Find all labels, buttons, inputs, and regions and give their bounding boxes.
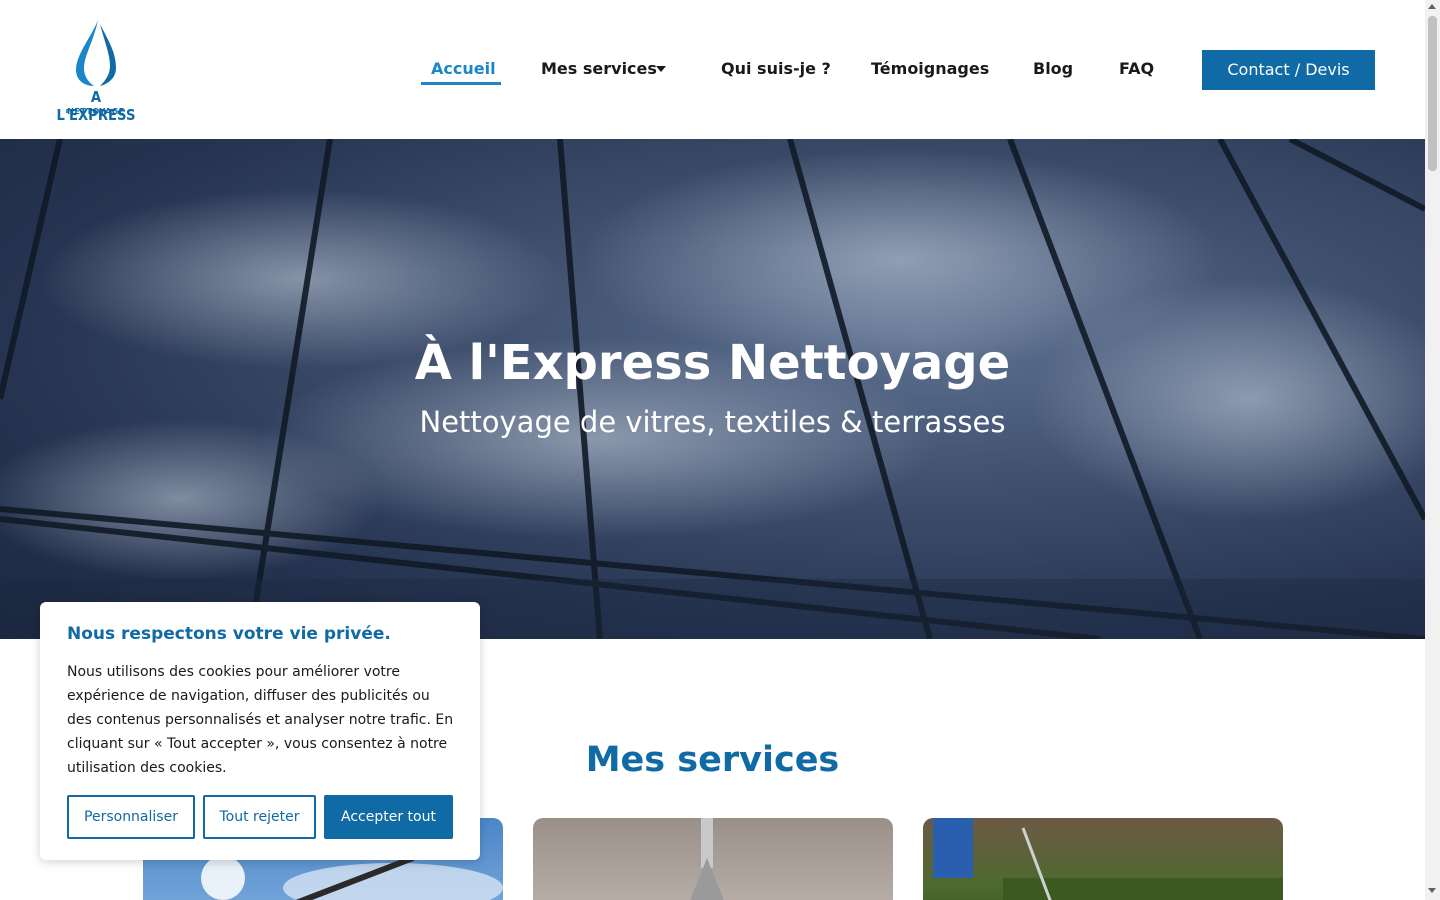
accept-all-button[interactable]: Accepter tout — [324, 795, 453, 839]
nav-item-qui-suis-je[interactable]: Qui suis-je ? — [721, 58, 831, 84]
contact-devis-button[interactable]: Contact / Devis — [1202, 50, 1375, 90]
page: A L'EXPRESS NETTOYAGE Accueil Mes servic… — [0, 0, 1440, 900]
sofa-cleaning-image — [690, 818, 724, 900]
scroll-up-arrow-icon[interactable] — [1428, 4, 1436, 9]
cookie-consent-banner: Nous respectons votre vie privée. Nous u… — [40, 602, 480, 860]
chevron-down-icon[interactable] — [656, 66, 666, 72]
site-header: A L'EXPRESS NETTOYAGE Accueil Mes servic… — [0, 0, 1425, 139]
site-logo[interactable]: A L'EXPRESS NETTOYAGE — [48, 18, 144, 124]
nav-active-indicator — [421, 82, 501, 85]
cookie-banner-title: Nous respectons votre vie privée. — [67, 624, 391, 644]
nav-item-mes-services[interactable]: Mes services — [541, 58, 657, 84]
nav-item-blog[interactable]: Blog — [1033, 58, 1073, 84]
nav-item-temoignages[interactable]: Témoignages — [871, 58, 989, 84]
reject-all-button[interactable]: Tout rejeter — [203, 795, 316, 839]
service-card-textiles[interactable] — [533, 818, 893, 900]
scrollbar-thumb[interactable] — [1428, 16, 1437, 171]
customize-button[interactable]: Personnaliser — [67, 795, 195, 839]
cookie-banner-text: Nous utilisons des cookies pour améliore… — [67, 664, 454, 776]
terrace-cleaning-image — [933, 818, 1283, 900]
logo-subtitle: NETTOYAGE — [67, 107, 125, 116]
logo-title: A L'EXPRESS — [56, 88, 136, 124]
hero-title: À l'Express Nettoyage — [414, 335, 1011, 391]
page-scrollbar[interactable] — [1425, 0, 1440, 900]
nav-item-faq[interactable]: FAQ — [1119, 58, 1154, 84]
nav-item-accueil[interactable]: Accueil — [431, 58, 496, 84]
water-drop-icon — [76, 20, 116, 86]
hero-banner: À l'Express Nettoyage Nettoyage de vitre… — [0, 139, 1425, 639]
scroll-down-arrow-icon[interactable] — [1428, 888, 1436, 893]
hero-subtitle: Nettoyage de vitres, textiles & terrasse… — [419, 405, 1006, 439]
service-card-terrasses[interactable] — [923, 818, 1283, 900]
